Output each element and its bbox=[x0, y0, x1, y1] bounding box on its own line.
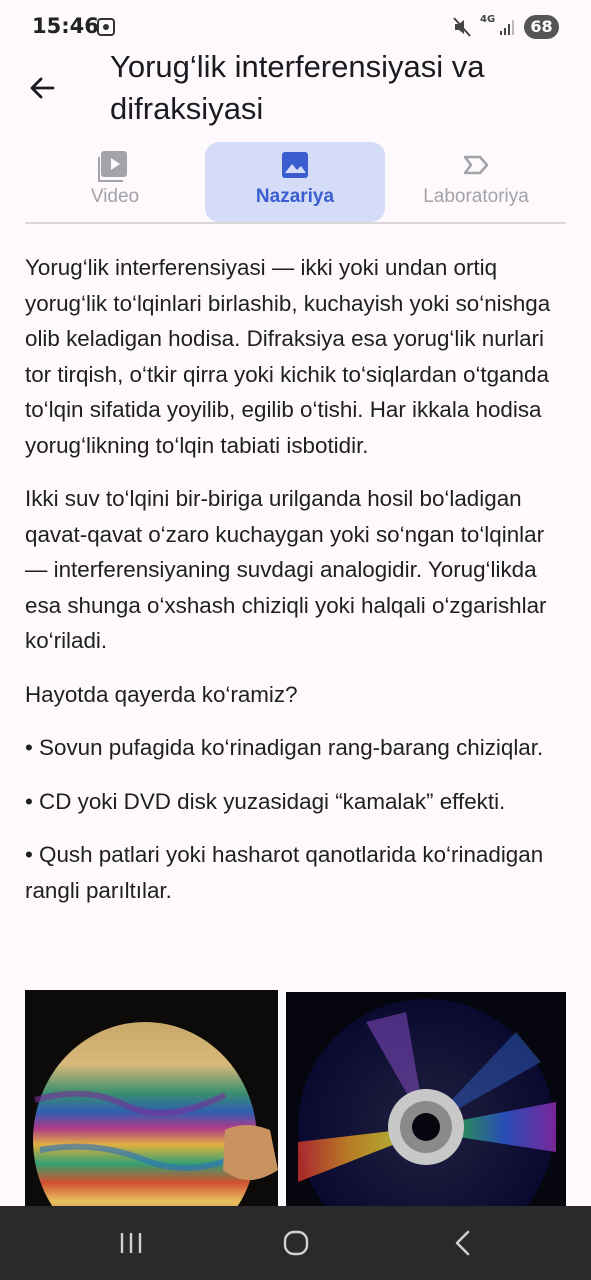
cd-disc-image bbox=[286, 992, 566, 1224]
image-icon bbox=[278, 148, 312, 182]
chevron-left-icon bbox=[455, 1230, 470, 1256]
recent-apps-icon bbox=[120, 1233, 142, 1253]
arrow-back-icon bbox=[30, 77, 55, 99]
tab-laboratoriya[interactable]: Laboratoriya bbox=[386, 142, 566, 222]
tab-video-label: Video bbox=[90, 186, 140, 207]
video-library-icon bbox=[98, 148, 132, 182]
label-tag-icon bbox=[459, 148, 493, 182]
analogy-paragraph: Ikki suv to‘lqini bir-biriga urilganda h… bbox=[25, 486, 547, 653]
example-item: • Qush patlari yoki hasharot qanotlarida… bbox=[25, 842, 544, 903]
home-icon bbox=[283, 1230, 309, 1256]
battery-indicator: 68 bbox=[524, 15, 559, 39]
example-item: • CD yoki DVD disk yuzasidagi “kamalak” … bbox=[25, 788, 506, 814]
theory-content: Yorug‘lik interferensiyasi — ikki yoki u… bbox=[25, 250, 570, 926]
illustration-images bbox=[25, 990, 566, 1224]
tab-bar: Video Nazariya Laboratoriya bbox=[25, 142, 566, 224]
tab-nazariya-label: Nazariya bbox=[255, 186, 335, 207]
back-button[interactable] bbox=[22, 68, 62, 108]
recent-apps-button[interactable] bbox=[118, 1230, 144, 1256]
mute-icon bbox=[452, 16, 472, 38]
app-bar: Yorug‘lik interferensiyasi va difraksiya… bbox=[0, 40, 591, 136]
signal-icon bbox=[499, 18, 515, 36]
tab-nazariya[interactable]: Nazariya bbox=[205, 142, 385, 222]
intro-paragraph: Yorug‘lik interferensiyasi — ikki yoki u… bbox=[25, 255, 551, 458]
examples-heading: Hayotda qayerda ko‘ramiz? bbox=[25, 681, 298, 707]
home-button[interactable] bbox=[283, 1230, 309, 1256]
network-type-label: 4G bbox=[480, 14, 496, 25]
soap-bubble-image bbox=[25, 990, 278, 1222]
tab-video[interactable]: Video bbox=[25, 142, 205, 222]
status-time: 15:46 bbox=[32, 14, 99, 38]
page-title: Yorug‘lik interferensiyasi va difraksiya… bbox=[110, 49, 485, 126]
tab-laboratoriya-label: Laboratoriya bbox=[423, 186, 529, 207]
screenshot-icon bbox=[96, 17, 116, 37]
nav-back-button[interactable] bbox=[453, 1230, 473, 1256]
system-nav-bar bbox=[0, 1206, 591, 1280]
example-item: • Sovun pufagida ko‘rinadigan rang-baran… bbox=[25, 735, 544, 760]
